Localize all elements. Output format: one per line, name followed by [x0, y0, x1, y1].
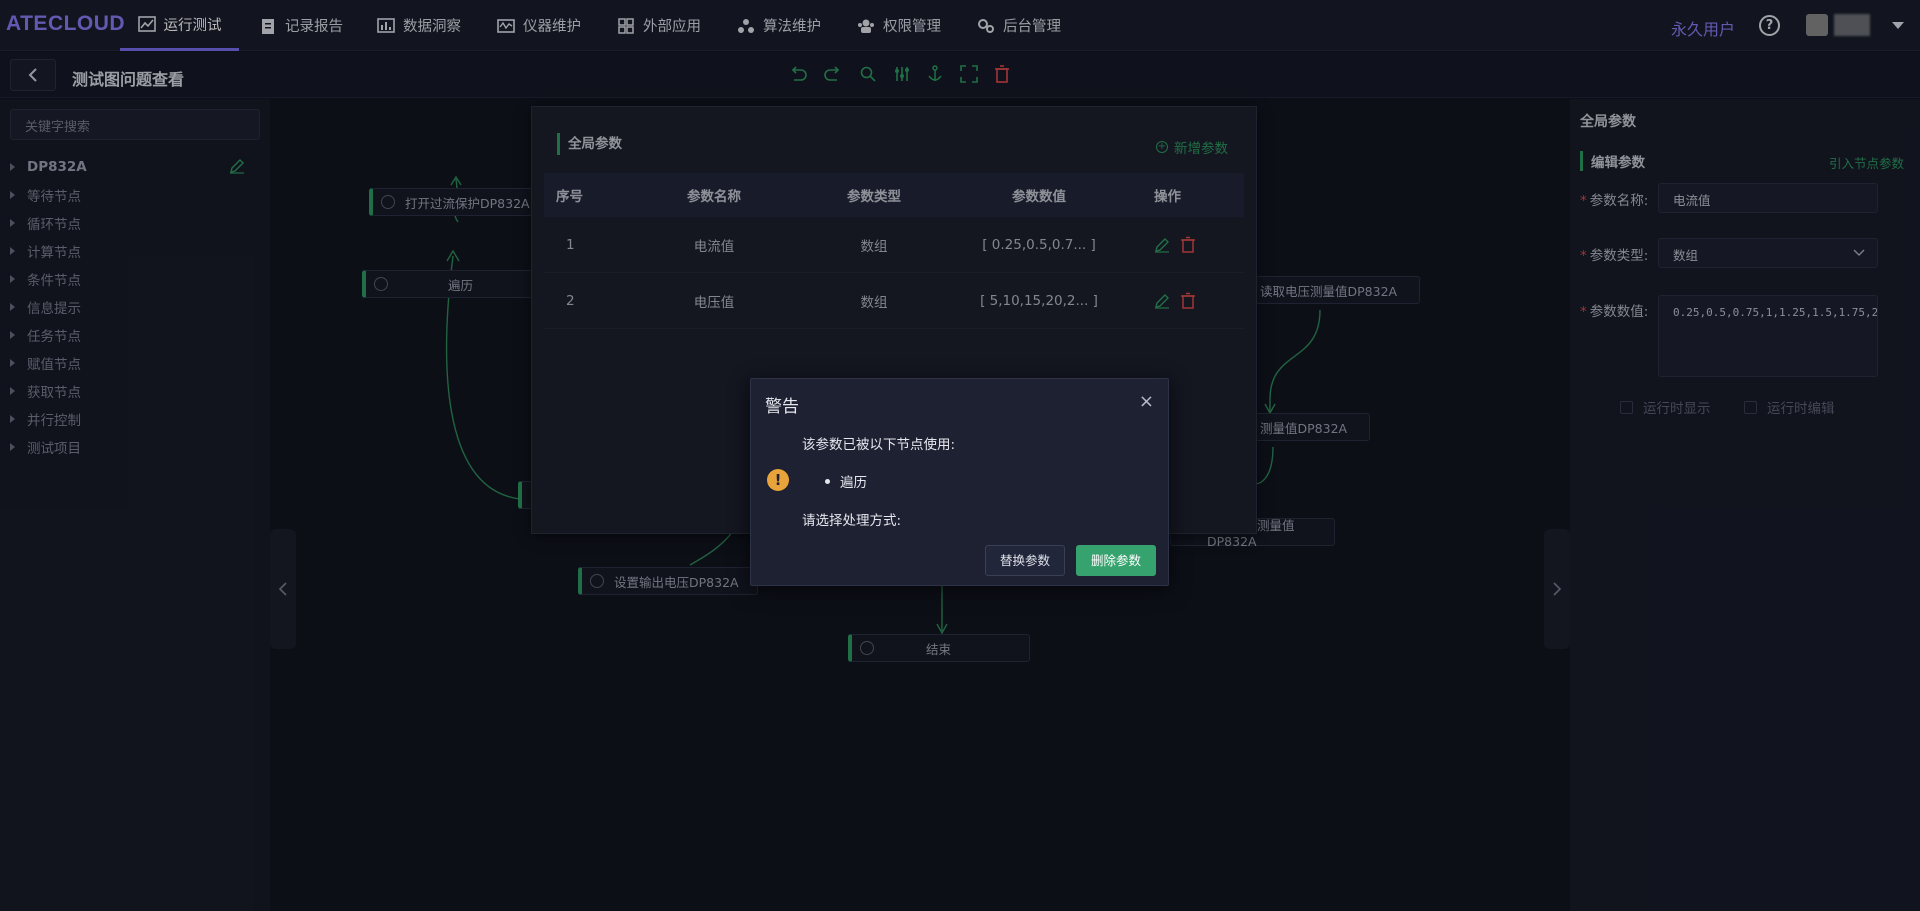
warning-icon: ! — [767, 469, 789, 491]
used-node-item: 遍历 — [825, 471, 867, 491]
close-icon[interactable]: × — [1139, 391, 1154, 412]
warning-dialog: 警告 × ! 该参数已被以下节点使用: 遍历 请选择处理方式: 替换参数 删除参… — [750, 378, 1169, 586]
dialog-message: 该参数已被以下节点使用: — [802, 437, 956, 453]
dialog-prompt: 请选择处理方式: — [802, 513, 902, 529]
replace-param-button[interactable]: 替换参数 — [985, 545, 1065, 576]
delete-param-button[interactable]: 删除参数 — [1076, 545, 1156, 576]
dialog-title: 警告 — [765, 397, 799, 417]
